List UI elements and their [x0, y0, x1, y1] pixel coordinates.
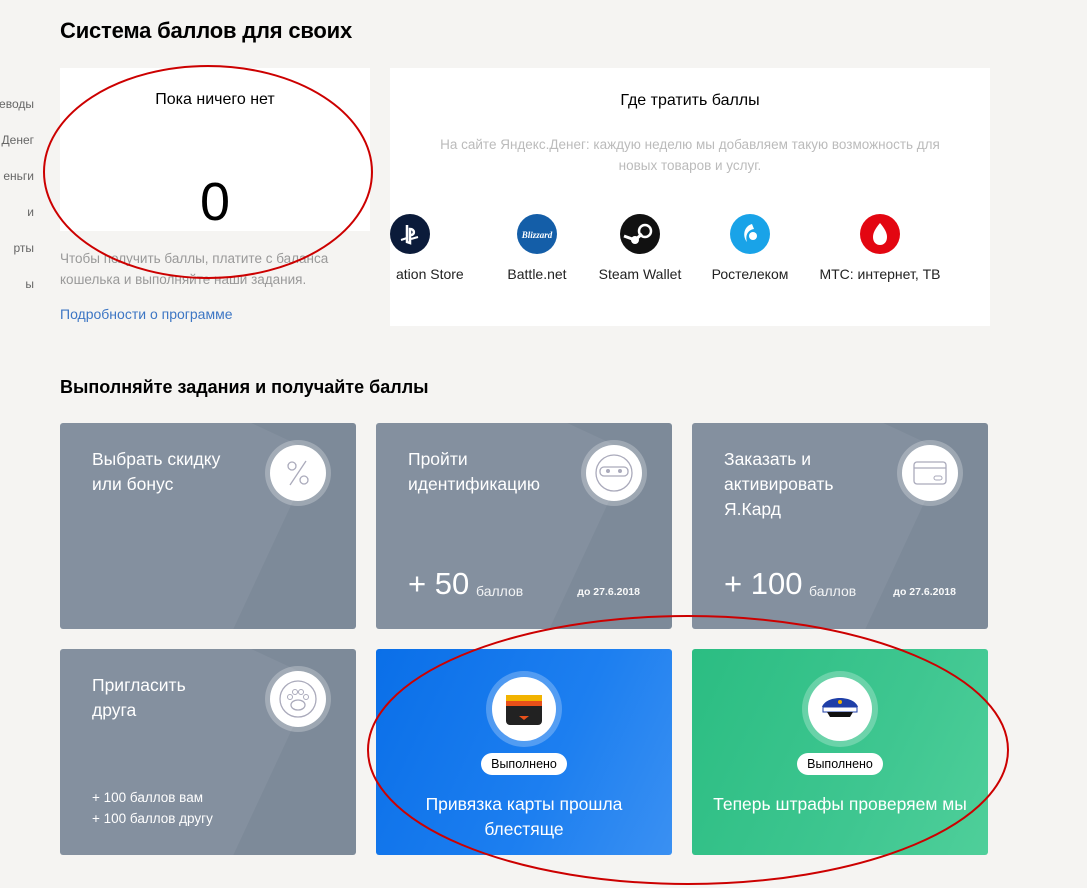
task-deadline: до 27.6.2018 — [577, 586, 640, 598]
playstation-icon — [390, 214, 430, 254]
task-identification-card[interactable]: Пройти идентификацию + 50 баллов до 27.6… — [376, 423, 672, 629]
sidebar-item-other[interactable]: и — [27, 205, 34, 219]
balance-card: Пока ничего нет 0 — [60, 68, 370, 231]
percent-icon — [270, 445, 326, 501]
invite-bonus-friend: + 100 баллов другу — [92, 811, 213, 826]
done-badge: Выполнено — [797, 753, 883, 775]
sidebar-item-get-money[interactable]: еньги — [3, 169, 34, 183]
sidebar-item-cards[interactable]: рты — [13, 241, 34, 255]
balance-hint: Чтобы получить баллы, платите с баланса … — [60, 251, 329, 287]
partner-name: ation Store — [396, 266, 464, 282]
spend-description: На сайте Яндекс.Денег: каждую неделю мы … — [440, 137, 940, 173]
partner-playstation[interactable]: ation Store — [390, 214, 490, 282]
task-invite-card[interactable]: Пригласить друга + 100 баллов вам + 100 … — [60, 649, 356, 855]
sidebar-item-transfers[interactable]: еводы — [0, 97, 34, 111]
task-points: + 50 — [408, 566, 470, 601]
partner-name: МТС: интернет, ТВ — [819, 266, 941, 282]
balance-label: Пока ничего нет — [155, 91, 275, 108]
task-points-units: баллов — [476, 583, 524, 599]
spend-title: Где тратить баллы — [620, 92, 760, 109]
program-details-link[interactable]: Подробности о программе — [60, 306, 232, 322]
sidebar-item-misc[interactable]: ы — [25, 277, 34, 291]
svg-text:Blizzard: Blizzard — [521, 230, 553, 240]
done-text: Привязка карты прошла блестяще — [425, 794, 623, 839]
page-title: Система баллов для своих — [60, 18, 353, 43]
invite-bonus-you: + 100 баллов вам — [92, 790, 203, 805]
partner-name: Steam Wallet — [598, 266, 682, 282]
paw-icon — [270, 671, 326, 727]
rostelecom-icon — [730, 214, 770, 254]
spend-points-card: Где тратить баллы На сайте Яндекс.Денег:… — [390, 68, 990, 326]
partner-name: Ростелеком — [711, 266, 789, 282]
done-text: Теперь штрафы проверяем мы — [713, 794, 967, 814]
task-title: Заказать и активировать Я.Кард — [724, 449, 834, 519]
task-title: Пригласить друга — [92, 675, 186, 720]
partner-mts[interactable]: МТС: интернет, ТВ — [810, 214, 950, 282]
done-badge: Выполнено — [481, 753, 567, 775]
partner-name: Battle.net — [507, 266, 567, 282]
task-fines-done[interactable]: Выполнено Теперь штрафы проверяем мы — [692, 649, 988, 855]
partner-steam[interactable]: Steam Wallet — [590, 214, 690, 282]
tasks-section-title: Выполняйте задания и получайте баллы — [60, 377, 429, 397]
partner-rostelecom[interactable]: Ростелеком — [702, 214, 798, 282]
blizzard-icon: Blizzard — [517, 214, 557, 254]
task-discount-card[interactable]: Выбрать скидку или бонус — [60, 423, 356, 629]
steam-icon — [620, 214, 660, 254]
task-card-binding-done[interactable]: Выполнено Привязка карты прошла блестяще — [376, 649, 672, 855]
left-sidebar: еводы Денег еньги и рты ы — [0, 0, 40, 888]
task-points: + 100 — [724, 566, 803, 601]
task-points-units: баллов — [809, 583, 857, 599]
sidebar-item-money[interactable]: Денег — [2, 133, 34, 147]
task-title: Выбрать скидку или бонус — [92, 449, 221, 494]
card-icon — [902, 445, 958, 501]
mask-icon — [586, 445, 642, 501]
partner-battlenet[interactable]: Blizzard Battle.net — [497, 214, 577, 282]
task-yacard-card[interactable]: Заказать и активировать Я.Кард + 100 бал… — [692, 423, 988, 629]
mts-icon — [860, 214, 900, 254]
task-title: Пройти идентификацию — [408, 449, 541, 494]
task-deadline: до 27.6.2018 — [893, 586, 956, 598]
police-cap-icon — [808, 677, 872, 741]
wallet-icon — [492, 677, 556, 741]
